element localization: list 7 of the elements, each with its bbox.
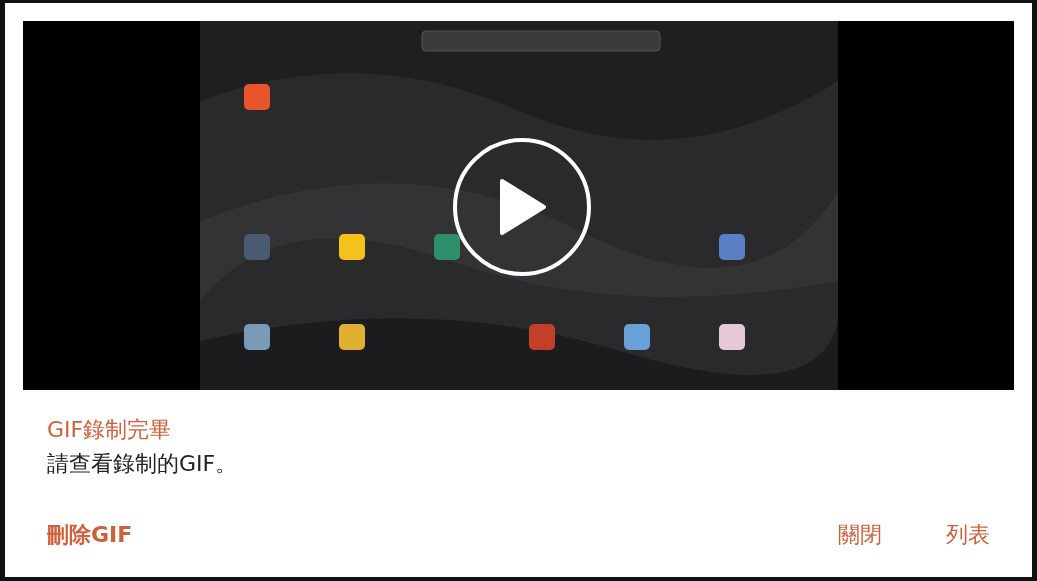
dialog-title: GIF錄制完畢 [47,416,173,444]
play-button[interactable] [453,138,591,276]
dialog-button[interactable]: 列表 [934,510,1002,559]
dialog-message: 請查看錄制的GIF。 [47,450,239,478]
play-icon [498,179,546,235]
dialog-button[interactable]: 刪除GIF [35,510,145,559]
dialog-button[interactable]: 關閉 [826,510,894,559]
